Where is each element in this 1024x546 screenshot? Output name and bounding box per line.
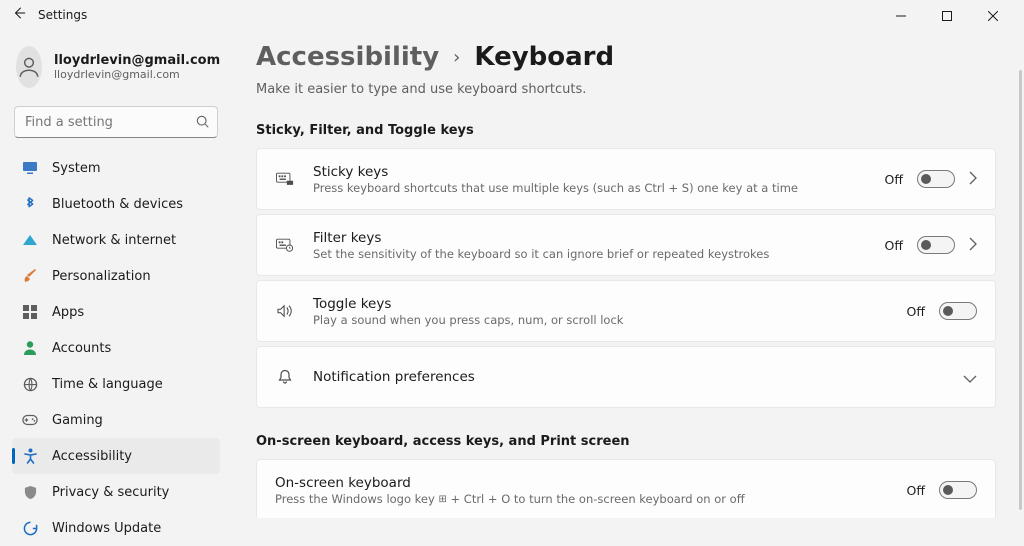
sidebar-item-time[interactable]: Time & language	[12, 366, 220, 402]
search-input[interactable]	[14, 106, 218, 138]
gamepad-icon	[22, 412, 38, 428]
wifi-icon	[22, 232, 38, 248]
window-controls	[878, 0, 1016, 32]
back-arrow-icon	[12, 6, 26, 20]
sidebar-item-gaming[interactable]: Gaming	[12, 402, 220, 438]
sidebar-item-label: System	[52, 161, 100, 176]
sidebar-item-label: Accessibility	[52, 449, 132, 464]
update-icon	[22, 520, 38, 536]
accessibility-icon	[22, 448, 38, 464]
row-desc: Set the sensitivity of the keyboard so i…	[313, 247, 867, 261]
row-title: Sticky keys	[313, 164, 867, 180]
back-button[interactable]	[12, 6, 26, 23]
brush-icon	[22, 268, 38, 284]
avatar	[16, 46, 42, 88]
breadcrumb-current: Keyboard	[474, 42, 614, 72]
shield-icon	[22, 484, 38, 500]
keyboard-icon	[275, 172, 295, 186]
toggle-keys-row[interactable]: Toggle keys Play a sound when you press …	[256, 280, 996, 342]
titlebar: Settings	[0, 0, 1024, 32]
section-header-sticky: Sticky, Filter, and Toggle keys	[256, 123, 996, 138]
sticky-keys-row[interactable]: Sticky keys Press keyboard shortcuts tha…	[256, 148, 996, 210]
sound-icon	[275, 304, 295, 318]
sidebar-item-label: Apps	[52, 305, 84, 320]
sidebar-item-personalization[interactable]: Personalization	[12, 258, 220, 294]
toggle-state: Off	[907, 304, 925, 319]
main-content: Accessibility › Keyboard Make it easier …	[228, 32, 1024, 518]
sidebar-item-update[interactable]: Windows Update	[12, 510, 220, 546]
row-desc: Play a sound when you press caps, num, o…	[313, 313, 889, 327]
breadcrumb-parent[interactable]: Accessibility	[256, 42, 439, 72]
sidebar-item-label: Bluetooth & devices	[52, 197, 183, 212]
chevron-down-icon[interactable]	[963, 368, 977, 387]
filter-keys-toggle[interactable]	[917, 236, 955, 254]
globe-icon	[22, 376, 38, 392]
scrollbar[interactable]	[1019, 70, 1022, 510]
osk-toggle[interactable]	[939, 481, 977, 499]
breadcrumb: Accessibility › Keyboard	[256, 42, 996, 72]
sidebar-item-network[interactable]: Network & internet	[12, 222, 220, 258]
maximize-button[interactable]	[924, 0, 970, 32]
row-desc: Press the Windows logo key ⊞ + Ctrl + O …	[275, 492, 889, 506]
grid-icon	[22, 304, 38, 320]
sidebar-item-label: Network & internet	[52, 233, 176, 248]
window-title: Settings	[38, 8, 87, 22]
windows-key-icon: ⊞	[438, 494, 446, 505]
account-name: lloydrlevin@gmail.com	[54, 53, 220, 68]
minimize-button[interactable]	[878, 0, 924, 32]
minimize-icon	[896, 11, 906, 21]
sidebar-item-label: Time & language	[52, 377, 163, 392]
section-header-onscreen: On-screen keyboard, access keys, and Pri…	[256, 434, 996, 449]
sidebar-item-system[interactable]: System	[12, 150, 220, 186]
sidebar: lloydrlevin@gmail.com lloydrlevin@gmail.…	[0, 32, 228, 518]
sidebar-item-label: Windows Update	[52, 521, 161, 536]
chevron-right-icon: ›	[453, 47, 460, 68]
search-wrap	[14, 106, 218, 138]
sidebar-item-privacy[interactable]: Privacy & security	[12, 474, 220, 510]
sidebar-item-accessibility[interactable]: Accessibility	[12, 438, 220, 474]
account-block[interactable]: lloydrlevin@gmail.com lloydrlevin@gmail.…	[12, 36, 220, 104]
page-subtitle: Make it easier to type and use keyboard …	[256, 82, 996, 97]
maximize-icon	[942, 11, 952, 21]
sidebar-item-apps[interactable]: Apps	[12, 294, 220, 330]
chevron-right-icon[interactable]	[969, 236, 977, 255]
keyboard-clock-icon	[275, 238, 295, 252]
bluetooth-icon	[22, 196, 38, 212]
search-icon	[196, 114, 210, 133]
row-title: On-screen keyboard	[275, 475, 889, 491]
sidebar-item-bluetooth[interactable]: Bluetooth & devices	[12, 186, 220, 222]
sidebar-item-label: Privacy & security	[52, 485, 169, 500]
bell-icon	[275, 369, 295, 385]
row-title: Notification preferences	[313, 369, 945, 385]
person-icon	[16, 54, 42, 80]
row-title: Filter keys	[313, 230, 867, 246]
filter-keys-row[interactable]: Filter keys Set the sensitivity of the k…	[256, 214, 996, 276]
chevron-right-icon[interactable]	[969, 170, 977, 189]
sticky-keys-toggle[interactable]	[917, 170, 955, 188]
sidebar-item-accounts[interactable]: Accounts	[12, 330, 220, 366]
toggle-state: Off	[907, 483, 925, 498]
row-title: Toggle keys	[313, 296, 889, 312]
notification-preferences-row[interactable]: Notification preferences	[256, 346, 996, 408]
close-icon	[988, 11, 998, 21]
onscreen-keyboard-row[interactable]: On-screen keyboard Press the Windows log…	[256, 459, 996, 518]
toggle-keys-toggle[interactable]	[939, 302, 977, 320]
sidebar-item-label: Accounts	[52, 341, 111, 356]
sidebar-item-label: Gaming	[52, 413, 103, 428]
close-button[interactable]	[970, 0, 1016, 32]
toggle-state: Off	[885, 172, 903, 187]
monitor-icon	[22, 160, 38, 176]
sidebar-item-label: Personalization	[52, 269, 151, 284]
account-email: lloydrlevin@gmail.com	[54, 68, 220, 81]
toggle-state: Off	[885, 238, 903, 253]
person-icon	[22, 340, 38, 356]
row-desc: Press keyboard shortcuts that use multip…	[313, 181, 867, 195]
